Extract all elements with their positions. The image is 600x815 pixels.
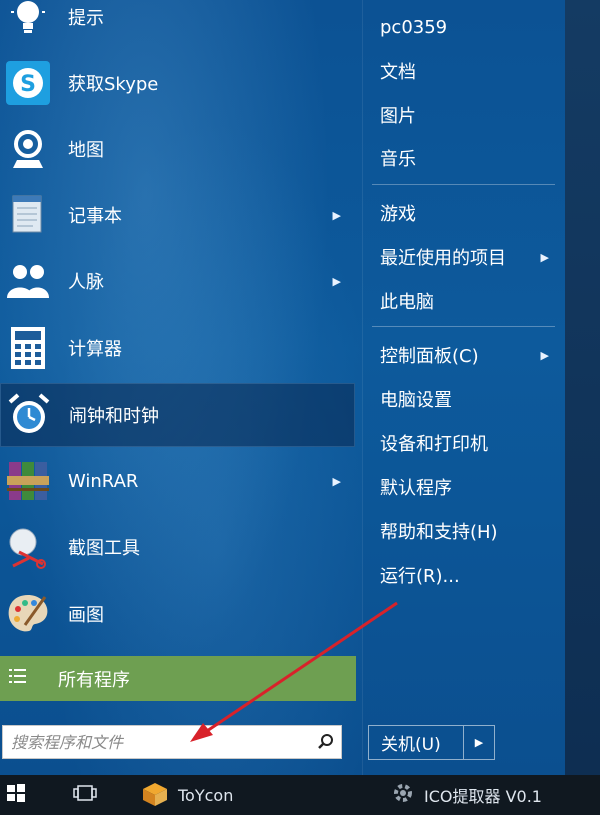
search-box[interactable] — [2, 725, 342, 759]
taskbar-app-ico-extractor[interactable]: ICO提取器 V0.1 — [390, 775, 542, 815]
right-menu-item[interactable]: 运行(R)... — [372, 557, 557, 593]
calculator-icon — [2, 322, 54, 374]
power-options-arrow-icon[interactable]: ▶ — [463, 726, 494, 759]
taskbar-app-label: ICO提取器 V0.1 — [424, 787, 542, 806]
program-item[interactable]: 画图 — [0, 582, 355, 646]
menu-separator — [372, 326, 555, 327]
right-menu-label: 控制面板(C) — [380, 346, 479, 367]
program-item[interactable]: S 获取Skype — [0, 51, 355, 115]
program-item[interactable]: 闹钟和时钟 — [0, 383, 355, 447]
search-input[interactable] — [3, 726, 311, 758]
taskbar-task-view-button[interactable] — [72, 775, 108, 815]
taskbar-app-toycon[interactable]: ToYcon — [140, 775, 233, 815]
program-item[interactable]: 记事本 ▶ — [0, 183, 355, 247]
right-menu-item[interactable]: 音乐 — [372, 140, 557, 176]
right-menu-label: 文档 — [380, 62, 416, 83]
right-menu-item[interactable]: 控制面板(C) ▶ — [372, 337, 557, 373]
right-menu-item[interactable]: pc0359 — [372, 9, 557, 45]
power-control: 关机(U) ▶ — [368, 725, 495, 760]
taskbar-start-button[interactable] — [6, 775, 42, 815]
right-menu-label: 图片 — [380, 106, 416, 127]
right-menu-label: 运行(R)... — [380, 566, 460, 587]
svg-text:S: S — [20, 72, 36, 97]
taskbar: ToYcon ICO提取器 V0.1 — [0, 775, 600, 815]
ico-extractor-app-icon — [390, 780, 416, 810]
right-menu-label: 帮助和支持(H) — [380, 522, 498, 543]
program-label: WinRAR — [68, 470, 139, 492]
right-menu-label: 电脑设置 — [380, 390, 452, 411]
all-programs-button[interactable]: 所有程序 — [0, 656, 356, 701]
right-menu-label: 游戏 — [380, 204, 416, 225]
submenu-arrow-icon: ▶ — [332, 274, 341, 288]
people-icon — [2, 255, 54, 307]
program-item[interactable]: 地图 — [0, 117, 355, 181]
alarm-clock-icon — [3, 389, 55, 441]
snipping-tool-icon — [2, 521, 54, 573]
right-menu-label: pc0359 — [380, 16, 448, 38]
menu-column-divider — [362, 0, 363, 775]
program-label: 闹钟和时钟 — [69, 406, 159, 427]
program-item[interactable]: 计算器 — [0, 316, 355, 380]
search-icon[interactable] — [311, 727, 341, 757]
winrar-icon — [2, 455, 54, 507]
program-item[interactable]: 提示 — [0, 0, 355, 49]
right-menu-item[interactable]: 游戏 — [372, 195, 557, 231]
program-label: 地图 — [68, 140, 104, 161]
start-menu: 提示 S 获取Skype 地图记事本 ▶ 人脉 ▶ 计算器闹钟和时钟 WinRAR ▶ 截图工具画图… — [0, 0, 565, 775]
right-menu-item[interactable]: 图片 — [372, 97, 557, 133]
program-label: 获取Skype — [68, 74, 159, 95]
paint-palette-icon — [2, 588, 54, 640]
toycon-app-icon — [140, 779, 170, 811]
skype-icon: S — [2, 57, 54, 109]
submenu-arrow-icon: ▶ — [540, 250, 549, 264]
shutdown-label: 关机(U) — [381, 735, 441, 755]
windows-logo-icon — [6, 783, 26, 807]
list-icon — [8, 666, 30, 691]
notepad-icon — [2, 189, 54, 241]
program-label: 提示 — [68, 8, 104, 29]
right-menu-item[interactable]: 文档 — [372, 53, 557, 89]
submenu-arrow-icon: ▶ — [332, 208, 341, 222]
right-menu-label: 最近使用的项目 — [380, 248, 506, 269]
right-menu-item[interactable]: 电脑设置 — [372, 381, 557, 417]
submenu-arrow-icon: ▶ — [332, 474, 341, 488]
right-menu-item[interactable]: 设备和打印机 — [372, 425, 557, 461]
right-menu-label: 音乐 — [380, 149, 416, 170]
right-menu-label: 默认程序 — [380, 478, 452, 499]
shutdown-button[interactable]: 关机(U) — [369, 726, 463, 759]
program-item[interactable]: 截图工具 — [0, 515, 355, 579]
program-label: 计算器 — [68, 339, 122, 360]
program-label: 截图工具 — [68, 538, 140, 559]
program-label: 记事本 — [68, 206, 122, 227]
desktop-background — [565, 0, 600, 775]
right-menu-item[interactable]: 默认程序 — [372, 469, 557, 505]
program-label: 人脉 — [68, 272, 104, 293]
right-menu-label: 此电脑 — [380, 292, 434, 313]
taskbar-app-label: ToYcon — [178, 785, 234, 805]
map-pin-icon — [2, 123, 54, 175]
right-menu-item[interactable]: 此电脑 — [372, 283, 557, 319]
right-menu-item[interactable]: 帮助和支持(H) — [372, 513, 557, 549]
right-menu-label: 设备和打印机 — [380, 434, 488, 455]
program-item[interactable]: WinRAR ▶ — [0, 449, 355, 513]
all-programs-label: 所有程序 — [58, 669, 130, 691]
menu-separator — [372, 184, 555, 185]
lightbulb-icon — [2, 0, 54, 43]
program-item[interactable]: 人脉 ▶ — [0, 249, 355, 313]
right-menu-item[interactable]: 最近使用的项目 ▶ — [372, 239, 557, 275]
program-label: 画图 — [68, 605, 104, 626]
task-view-icon — [72, 783, 98, 807]
submenu-arrow-icon: ▶ — [540, 348, 549, 362]
